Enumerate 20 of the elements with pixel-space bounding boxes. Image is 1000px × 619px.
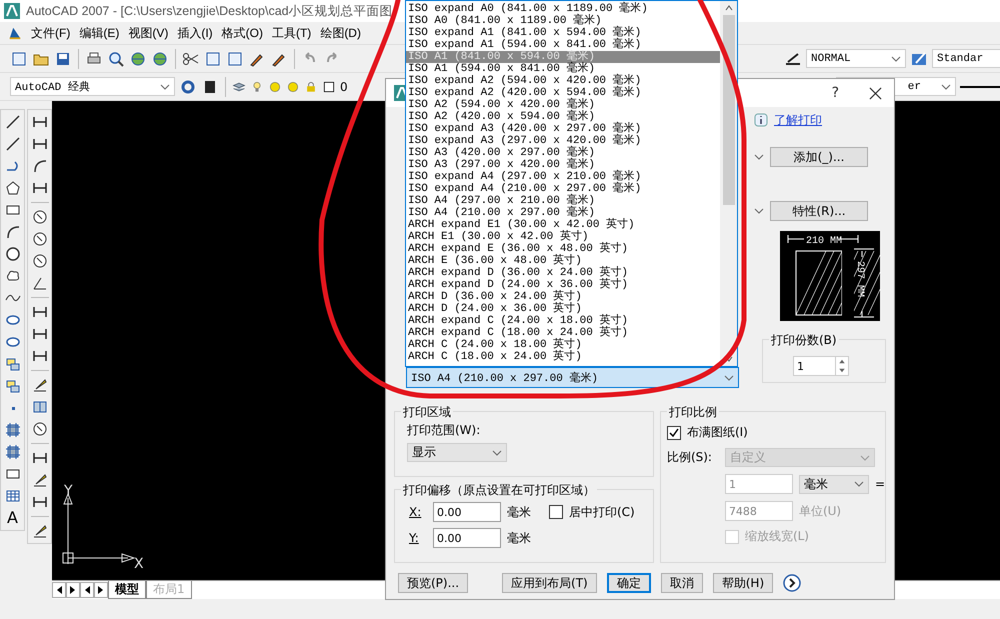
group-title: 打印偏移（原点设置在可打印区域） [401, 482, 597, 499]
field-label: 单位(U) [798, 502, 842, 520]
y-axis-label: Y [64, 483, 73, 499]
group-title: 打印份数(B) [769, 332, 839, 349]
checkbox-label: 布满图纸(I) [686, 424, 748, 441]
field-label: 比例(S): [666, 449, 713, 466]
unit-label: 毫米 [507, 504, 531, 520]
layer-name: 0 [340, 80, 348, 94]
paper-preview-drawing: 210 MM 297 MM [780, 231, 880, 321]
group-title: 打印区域 [401, 404, 453, 421]
equals-sign: = [874, 477, 885, 491]
field-label: 打印范围(W): [407, 422, 482, 439]
x-axis-label: X [134, 556, 144, 572]
checkbox-label: 缩放线宽(L) [744, 528, 809, 545]
group-title: 打印比例 [666, 404, 719, 421]
field-label: X: [409, 505, 422, 519]
checkbox-label: 居中打印(C) [569, 504, 635, 520]
field-label: Y: [409, 531, 420, 545]
unit-label: 毫米 [507, 530, 531, 546]
window-title: AutoCAD 2007 - [C:\Users\zengjie\Desktop\cad小区规划总平面图 [26, 2, 393, 20]
